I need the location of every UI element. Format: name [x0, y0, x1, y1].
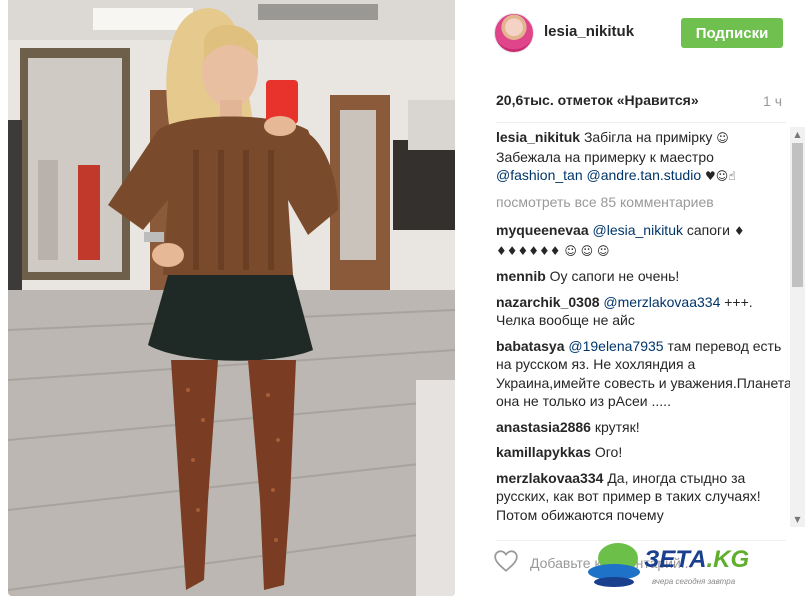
comment-item: merzlakovaa334 Да, иногда стыдно за русс… [496, 469, 792, 525]
comment-user[interactable]: merzlakovaa334 [496, 470, 603, 486]
ok-hand-emoji-icon: ☺ [716, 131, 729, 145]
divider [496, 122, 786, 123]
comment-item: nazarchik_0308 @merzlakovaa334 +++. Челк… [496, 293, 792, 330]
comment-item: anastasia2886 крутяк! [496, 418, 792, 437]
comment-mention[interactable]: @lesia_nikituk [593, 222, 683, 238]
caption: lesia_nikituk Забігла на примірку ☺ Забе… [496, 128, 792, 186]
avatar[interactable] [494, 13, 534, 53]
heart-outline-icon[interactable] [493, 548, 519, 574]
follow-button[interactable]: Подписки [681, 18, 783, 48]
comment-mention[interactable]: @merzlakovaa334 [603, 294, 720, 310]
comment-item: myqueenevaa @lesia_nikituk сапоги ♦ ♦♦♦♦… [496, 221, 792, 260]
comment-text: Ого! [594, 444, 623, 460]
watermark-tld: .KG [706, 546, 750, 573]
comment-user[interactable]: kamillapykkas [496, 444, 591, 460]
caption-line1: Забігла на примірку [583, 129, 713, 145]
comments-scrollbar[interactable]: ▲ ▼ [790, 127, 805, 527]
likes-count[interactable]: 20,6тыс. отметок «Нравится» [496, 92, 699, 108]
post-header: lesia_nikituk Подписки [456, 0, 806, 70]
photo-illustration [8, 0, 455, 596]
watermark-brand: ЗЕТА.KG [644, 546, 750, 573]
view-all-comments-link[interactable]: посмотреть все 85 комментариев [496, 193, 792, 212]
chevron-down-icon[interactable]: ▼ [790, 512, 805, 527]
comment-item: babatasya @19elena7935 там перевод есть … [496, 337, 792, 411]
comment-user[interactable]: nazarchik_0308 [496, 294, 600, 310]
comment-user[interactable]: myqueenevaa [496, 222, 589, 238]
heart-emoji-icon: ♥☺☝ [705, 169, 736, 183]
chevron-up-icon[interactable]: ▲ [790, 127, 805, 142]
comment-user[interactable]: anastasia2886 [496, 419, 591, 435]
globe-logo-icon [588, 543, 640, 587]
caption-line2: Забежала на примерку к маестро [496, 148, 714, 165]
divider [496, 540, 786, 541]
comment-text: сапоги [686, 222, 730, 238]
comment-user[interactable]: mennib [496, 268, 546, 284]
post-side-panel: lesia_nikituk Подписки 20,6тыс. отметок … [456, 0, 806, 596]
comment-text: Оу сапоги не очень! [549, 268, 680, 284]
fire-emoji-icon: ♦ [733, 224, 745, 238]
caption-user[interactable]: lesia_nikituk [496, 129, 580, 145]
post-photo[interactable] [8, 0, 455, 596]
watermark-tagline: вчера сегодня завтра [652, 577, 736, 586]
caption-mention-2[interactable]: @andre.tan.studio [587, 167, 702, 183]
comment-text: крутяк! [594, 418, 640, 435]
comments-list[interactable]: lesia_nikituk Забігла на примірку ☺ Забе… [496, 128, 792, 528]
emoji-row-icon: ♦♦♦♦♦♦ ☺ ☺ ☺ [496, 243, 610, 258]
header-username[interactable]: lesia_nikituk [544, 23, 634, 40]
likes-row: 20,6тыс. отметок «Нравится» 1 ч [496, 92, 786, 112]
zeta-watermark: ЗЕТА.KG вчера сегодня завтра [586, 542, 801, 594]
post-time[interactable]: 1 ч [763, 93, 782, 109]
comment-item: mennib Оу сапоги не очень! [496, 267, 792, 286]
comment-user[interactable]: babatasya [496, 338, 564, 354]
caption-mention-1[interactable]: @fashion_tan [496, 167, 583, 183]
scrollbar-thumb[interactable] [792, 143, 803, 287]
comment-mention[interactable]: @19elena7935 [568, 338, 663, 354]
comment-item: kamillapykkas Ого! [496, 443, 792, 462]
